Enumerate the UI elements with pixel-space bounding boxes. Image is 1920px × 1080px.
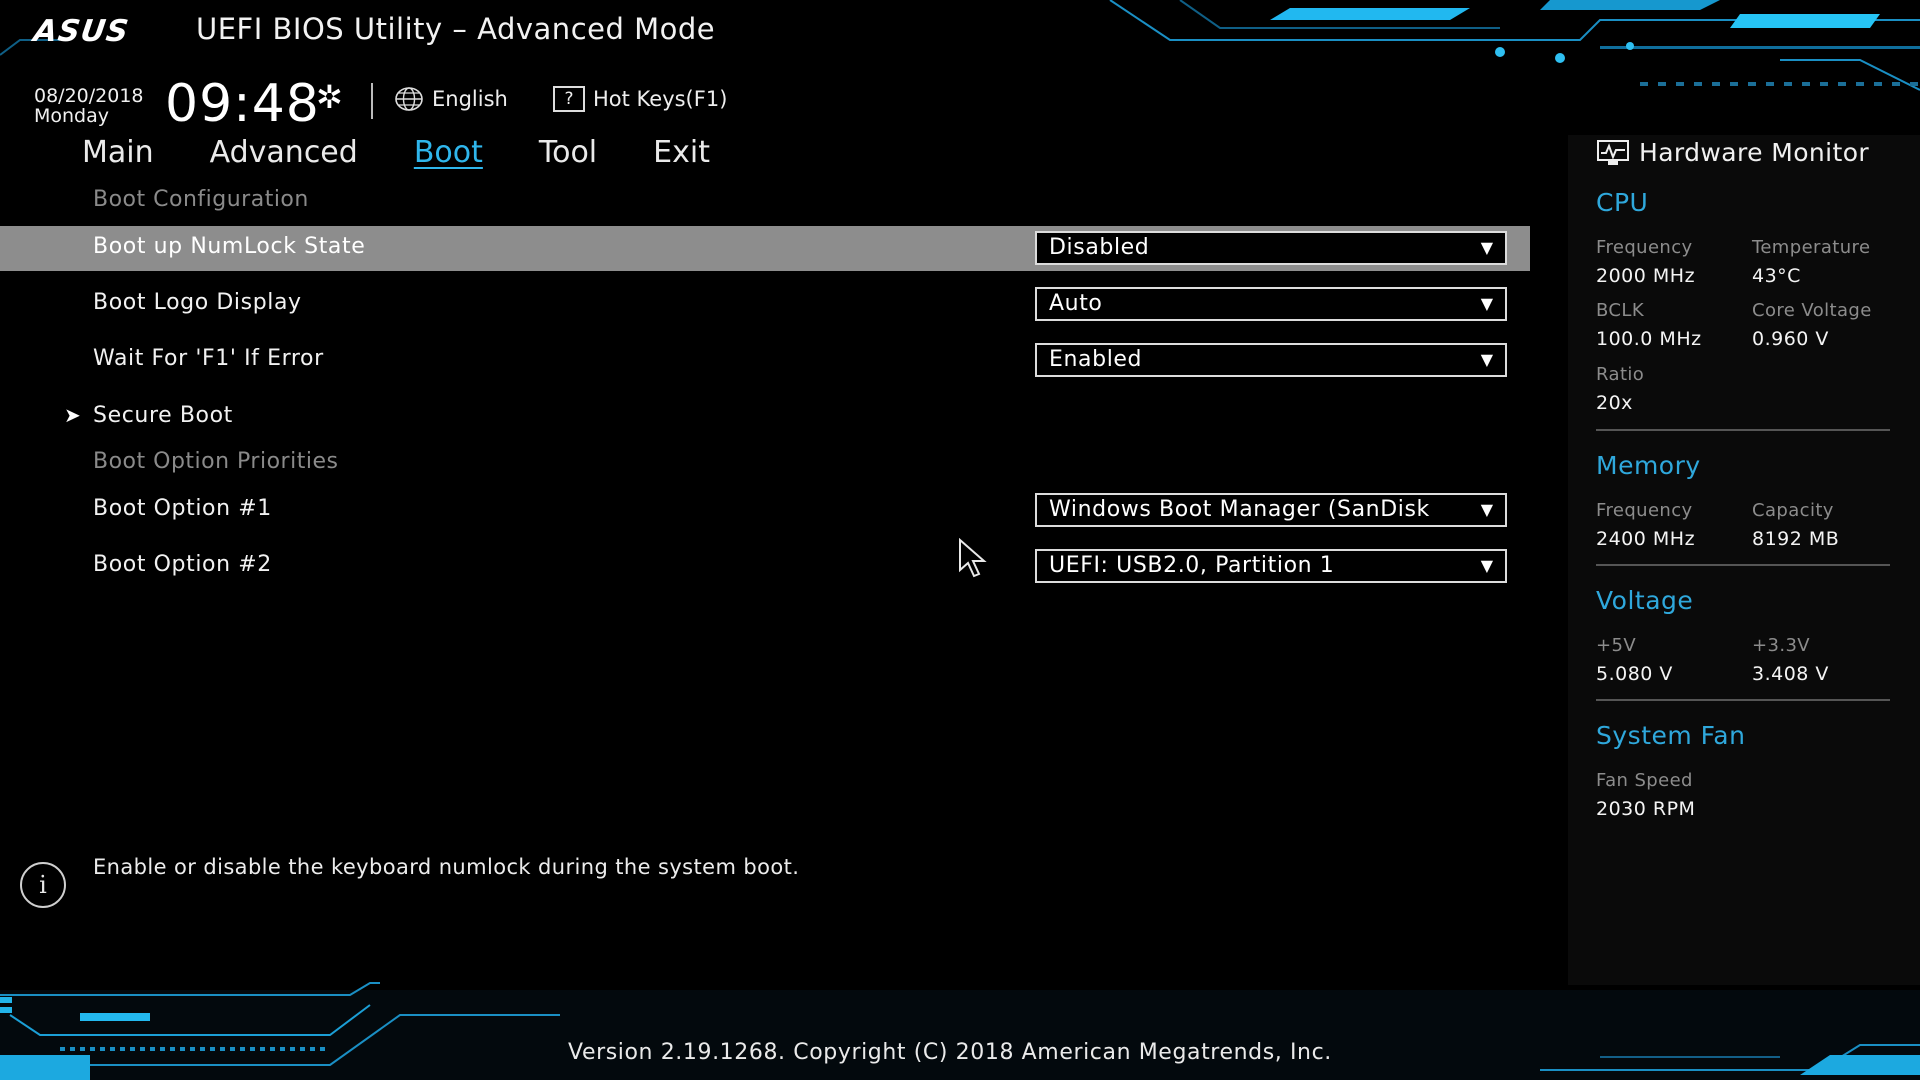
hw-33v: 3.408 V <box>1752 663 1829 685</box>
app-title: UEFI BIOS Utility – Advanced Mode <box>196 12 716 46</box>
header-decoration <box>1109 0 1920 91</box>
setting-row-boot-logo[interactable]: Boot Logo Display Auto ▼ <box>0 282 1530 327</box>
tab-exit[interactable]: Exit <box>653 135 710 170</box>
dropdown-caret-icon: ▼ <box>1480 556 1493 575</box>
boot-logo-value: Auto <box>1049 291 1103 316</box>
hw-voltage-title: Voltage <box>1596 586 1694 615</box>
hw-divider <box>1596 564 1890 566</box>
setting-label-f1-error: Wait For 'F1' If Error <box>93 346 324 371</box>
tab-boot[interactable]: Boot <box>414 135 483 170</box>
version-footer: Version 2.19.1268. Copyright (C) 2018 Am… <box>568 1040 1332 1065</box>
secure-boot-label: Secure Boot <box>93 403 233 428</box>
asus-logo: ASUS <box>31 14 132 49</box>
date-display: 08/20/2018 Monday <box>34 86 144 126</box>
boot-option-2-value: UEFI: USB2.0, Partition 1 <box>1049 553 1335 578</box>
date-value: 08/20/2018 <box>34 85 144 107</box>
dropdown-caret-icon: ▼ <box>1480 294 1493 313</box>
hardware-monitor-label: Hardware Monitor <box>1639 138 1870 167</box>
hw-core-voltage-label: Core Voltage <box>1752 300 1872 321</box>
dropdown-caret-icon: ▼ <box>1480 238 1493 257</box>
day-value: Monday <box>34 105 110 127</box>
hotkeys-label: Hot Keys(F1) <box>593 87 728 111</box>
boot-option-2-dropdown[interactable]: UEFI: USB2.0, Partition 1 ▼ <box>1035 549 1507 583</box>
boot-logo-dropdown[interactable]: Auto ▼ <box>1035 287 1507 321</box>
numlock-dropdown[interactable]: Disabled ▼ <box>1035 231 1507 265</box>
setting-label-boot-option-1: Boot Option #1 <box>93 496 272 521</box>
setting-label-numlock: Boot up NumLock State <box>93 234 366 259</box>
hw-cpu-title: CPU <box>1596 188 1649 217</box>
boot-option-1-value: Windows Boot Manager (SanDisk <box>1049 497 1430 522</box>
language-selector[interactable]: English <box>394 86 508 112</box>
hw-33v-label: +3.3V <box>1752 635 1811 656</box>
hw-memory-capacity-label: Capacity <box>1752 500 1834 521</box>
submenu-arrow-icon: ➤ <box>64 403 81 427</box>
hw-fan-speed-label: Fan Speed <box>1596 770 1693 791</box>
hw-ratio-label: Ratio <box>1596 364 1645 385</box>
hw-divider <box>1596 699 1890 701</box>
hw-memory-frequency-label: Frequency <box>1596 500 1693 521</box>
info-icon: i <box>20 862 66 908</box>
setting-row-boot-option-1[interactable]: Boot Option #1 Windows Boot Manager (San… <box>0 488 1530 533</box>
numlock-value: Disabled <box>1049 235 1150 260</box>
hw-bclk-label: BCLK <box>1596 300 1645 321</box>
hw-5v-label: +5V <box>1596 635 1637 656</box>
tab-tool[interactable]: Tool <box>539 135 597 170</box>
section-boot-option-priorities: Boot Option Priorities <box>93 449 339 474</box>
setting-label-boot-logo: Boot Logo Display <box>93 290 302 315</box>
setting-row-f1-error[interactable]: Wait For 'F1' If Error Enabled ▼ <box>0 338 1530 383</box>
hw-memory-title: Memory <box>1596 451 1701 480</box>
dropdown-caret-icon: ▼ <box>1480 500 1493 519</box>
boot-option-1-dropdown[interactable]: Windows Boot Manager (SanDisk ▼ <box>1035 493 1507 527</box>
tab-advanced[interactable]: Advanced <box>210 135 358 170</box>
hw-fan-speed: 2030 RPM <box>1596 798 1696 820</box>
setting-row-numlock[interactable]: Boot up NumLock State Disabled ▼ <box>0 226 1530 271</box>
hardware-monitor-panel <box>1568 135 1920 985</box>
dropdown-caret-icon: ▼ <box>1480 350 1493 369</box>
hw-fan-title: System Fan <box>1596 721 1746 750</box>
hw-cpu-frequency: 2000 MHz <box>1596 265 1696 287</box>
hotkeys-button[interactable]: ? Hot Keys(F1) <box>553 86 727 112</box>
hw-5v: 5.080 V <box>1596 663 1673 685</box>
hw-memory-frequency: 2400 MHz <box>1596 528 1696 550</box>
header-divider <box>371 83 373 119</box>
hw-ratio: 20x <box>1596 392 1633 414</box>
bios-screen: ASUS UEFI BIOS Utility – Advanced Mode 0… <box>0 0 1920 1080</box>
help-key-icon: ? <box>553 86 585 112</box>
setting-label-boot-option-2: Boot Option #2 <box>93 552 272 577</box>
hw-core-voltage: 0.960 V <box>1752 328 1829 350</box>
setting-row-boot-option-2[interactable]: Boot Option #2 UEFI: USB2.0, Partition 1… <box>0 544 1530 589</box>
hw-cpu-temperature: 43°C <box>1752 265 1801 287</box>
hw-cpu-temperature-label: Temperature <box>1752 237 1871 258</box>
section-boot-configuration: Boot Configuration <box>93 187 309 212</box>
hardware-monitor-title: Hardware Monitor <box>1596 138 1869 167</box>
mouse-pointer-icon <box>959 538 987 578</box>
gear-icon[interactable]: ✲ <box>316 78 343 116</box>
hw-bclk: 100.0 MHz <box>1596 328 1702 350</box>
tab-main[interactable]: Main <box>82 135 154 170</box>
clock[interactable]: 09:48 <box>165 74 320 134</box>
globe-icon <box>395 87 423 111</box>
f1-error-dropdown[interactable]: Enabled ▼ <box>1035 343 1507 377</box>
language-label: English <box>432 87 508 111</box>
f1-error-value: Enabled <box>1049 347 1143 372</box>
submenu-secure-boot[interactable]: ➤ Secure Boot <box>0 395 1530 440</box>
help-description: Enable or disable the keyboard numlock d… <box>93 855 800 879</box>
monitor-icon <box>1597 139 1629 165</box>
hw-memory-capacity: 8192 MB <box>1752 528 1840 550</box>
main-tabs: Main Advanced Boot Tool Exit <box>82 135 710 170</box>
hw-divider <box>1596 429 1890 431</box>
hw-cpu-frequency-label: Frequency <box>1596 237 1693 258</box>
